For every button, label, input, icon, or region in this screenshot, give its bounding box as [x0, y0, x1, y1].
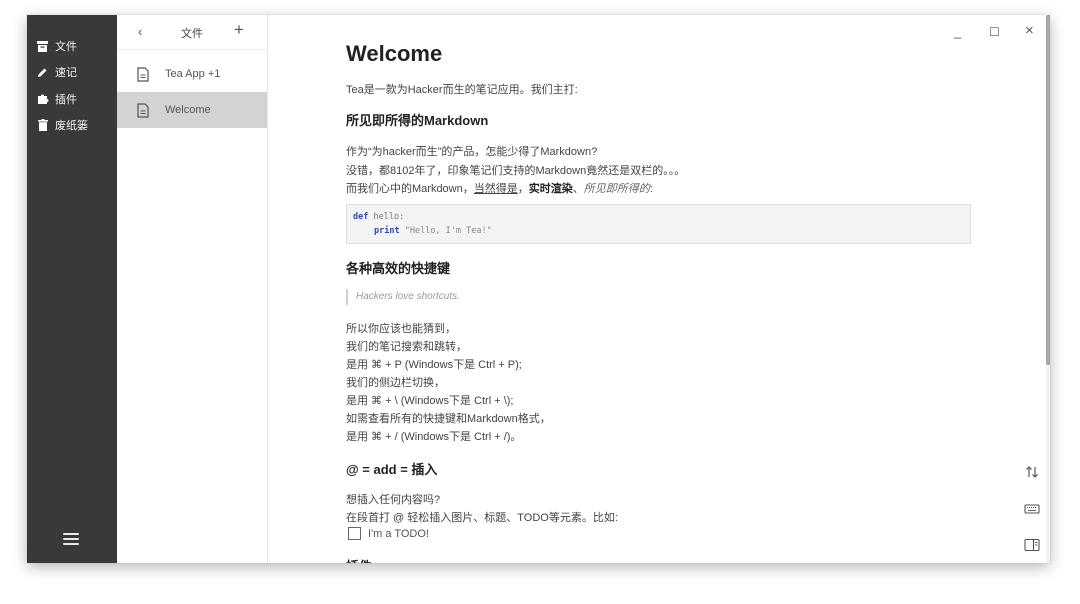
sidebar-item-plugins[interactable]: 插件 [36, 89, 112, 109]
document-title: Welcome [346, 41, 443, 66]
text-span: 、 [572, 183, 584, 195]
sidebar-toggle-icon[interactable] [1024, 537, 1040, 553]
trash-icon [36, 119, 49, 132]
file-item-tea-app[interactable]: Tea App +1 [117, 56, 267, 92]
text-span: : [649, 183, 653, 195]
scrollbar-thumb[interactable] [1046, 15, 1050, 365]
add-file-button[interactable]: + [234, 21, 244, 38]
paragraph-line: 作为“为hacker而生”的产品，怎能少得了Markdown? [346, 146, 598, 158]
insert-line: 想插入任何内容吗? [346, 494, 441, 506]
intro-text: Tea是一款为Hacker而生的笔记应用。我们主打: [346, 84, 578, 96]
bold-text: 实时渲染 [528, 183, 573, 195]
app-window: 文件 速记 插件 废纸篓 ‹ 文件 + Tea App +1 Welcome _… [27, 15, 1050, 563]
todo-checkbox[interactable] [348, 527, 361, 540]
shortcut-line: 是用 ⌘ + P (Windows下是 Ctrl + P); [346, 359, 522, 371]
paragraph-line: 没错，都8102年了，印象笔记们支持的Markdown竟然还是双栏的。。。 [346, 165, 686, 177]
code-block[interactable]: def hello: print "Hello, I'm Tea!" [346, 204, 971, 244]
code-keyword: print [374, 226, 400, 236]
shortcut-line: 是用 ⌘ + \ (Windows下是 Ctrl + \); [346, 395, 514, 407]
shortcut-line: 我们的侧边栏切换， [346, 377, 445, 389]
text-span: ， [517, 183, 529, 195]
shortcut-line: 是用 ⌘ + / (Windows下是 Ctrl + /)。 [346, 431, 522, 443]
minimize-button[interactable]: _ [954, 24, 961, 39]
underlined-text: 当然得是 [473, 183, 518, 195]
document-icon [137, 102, 149, 118]
insert-line: 在段首打 @ 轻松插入图片、标题、TODO等元素。比如: [346, 512, 618, 524]
code-line: def hello: [353, 212, 404, 222]
file-list-title: 文件 [181, 28, 203, 40]
main-sidebar: 文件 速记 插件 废纸篓 [27, 15, 117, 563]
document-icon [137, 66, 149, 82]
pencil-icon [36, 66, 49, 79]
keyboard-icon[interactable] [1024, 501, 1040, 517]
shortcut-line: 所以你应该也能猜到， [346, 323, 456, 335]
shortcut-line: 我们的笔记搜索和跳转， [346, 341, 467, 353]
sort-arrows-icon[interactable] [1024, 464, 1040, 480]
sidebar-item-label: 速记 [55, 67, 77, 79]
close-button[interactable]: × [1025, 22, 1034, 39]
file-name: Tea App +1 [165, 68, 221, 80]
heading-markdown: 所见即所得的Markdown [346, 113, 489, 128]
archive-icon [36, 40, 49, 53]
code-string: "Hello, I'm Tea!" [399, 226, 492, 236]
paragraph-line-rich: 而我们心中的Markdown，当然得是，实时渲染、所见即所得的: [346, 180, 653, 196]
heading-insert: @ = add = 插入 [346, 462, 438, 477]
sidebar-item-notes[interactable]: 速记 [36, 62, 112, 82]
sidebar-item-files[interactable]: 文件 [36, 36, 112, 56]
sidebar-item-trash[interactable]: 废纸篓 [36, 115, 112, 135]
todo-label: I'm a TODO! [368, 527, 429, 540]
sidebar-item-label: 文件 [55, 41, 77, 53]
code-keyword: def [353, 212, 369, 222]
editor-area: _ ☐ × Welcome Tea是一款为Hacker而生的笔记应用。我们主打:… [268, 15, 1050, 563]
blockquote: Hackers love shortcuts. [346, 289, 460, 305]
file-item-welcome[interactable]: Welcome [117, 92, 267, 128]
sidebar-item-label: 插件 [55, 94, 77, 106]
text-span: 而我们心中的Markdown， [346, 183, 474, 195]
todo-item: I'm a TODO! [348, 527, 429, 540]
maximize-button[interactable]: ☐ [989, 25, 1000, 39]
next-heading: 插件 [346, 556, 372, 563]
shortcut-line: 如需查看所有的快捷键和Markdown格式， [346, 413, 551, 425]
hamburger-menu-icon[interactable] [63, 533, 79, 547]
puzzle-icon [36, 93, 49, 106]
file-name: Welcome [165, 104, 211, 116]
heading-shortcuts: 各种高效的快捷键 [346, 261, 451, 276]
sidebar-item-label: 废纸篓 [55, 120, 88, 132]
italic-text: 所见即所得的 [583, 183, 650, 195]
file-list-header: ‹ 文件 + [117, 15, 267, 50]
code-line: print "Hello, I'm Tea!" [374, 226, 492, 236]
file-list-panel: ‹ 文件 + Tea App +1 Welcome [117, 15, 268, 563]
code-text: hello: [368, 212, 405, 222]
